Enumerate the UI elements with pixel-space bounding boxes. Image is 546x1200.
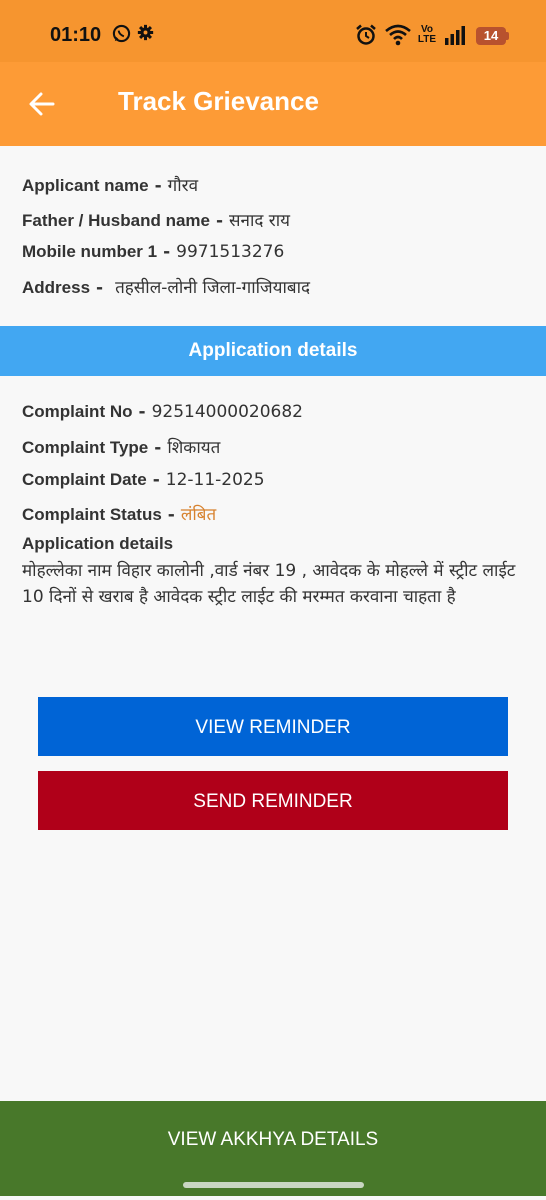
whatsapp-icon xyxy=(112,24,131,47)
separator: - xyxy=(154,438,162,458)
application-details-label: Application details xyxy=(22,534,174,553)
alarm-icon xyxy=(355,24,377,50)
separator: - xyxy=(152,470,160,490)
gear-icon xyxy=(137,24,154,45)
applicant-name-row: Applicant name - गौरव xyxy=(22,173,198,196)
home-indicator[interactable] xyxy=(183,1182,364,1188)
complaint-status-label: Complaint Status xyxy=(22,505,162,524)
complaint-date-value: 12-11-2025 xyxy=(165,470,265,490)
father-name-row: Father / Husband name - सनाद राय xyxy=(22,208,290,231)
separator: - xyxy=(154,176,162,196)
complaint-type-value: शिकायत xyxy=(167,438,221,458)
signal-icon xyxy=(444,24,466,50)
separator: - xyxy=(167,505,175,525)
separator: - xyxy=(215,211,224,231)
complaint-status-row: Complaint Status - लंबित xyxy=(22,502,216,525)
mobile-label: Mobile number 1 xyxy=(22,242,158,261)
father-name-label: Father / Husband name xyxy=(22,211,210,230)
complaint-no-row: Complaint No -92514000020682 xyxy=(22,402,303,422)
mobile-row: Mobile number 1-9971513276 xyxy=(22,242,284,262)
view-reminder-button[interactable]: VIEW REMINDER xyxy=(38,697,508,756)
separator: - xyxy=(96,278,104,298)
page-title: Track Grievance xyxy=(118,86,319,116)
applicant-name-label: Applicant name xyxy=(22,176,149,195)
separator: - xyxy=(138,402,146,422)
send-reminder-button[interactable]: SEND REMINDER xyxy=(38,771,508,830)
status-bar: 01:10 Vo LTE 14 xyxy=(0,0,546,62)
wifi-icon xyxy=(385,24,411,50)
app-bar: Track Grievance xyxy=(0,62,546,146)
address-row: Address - तहसील-लोनी जिला-गाजियाबाद xyxy=(22,275,310,298)
complaint-type-label: Complaint Type xyxy=(22,438,149,457)
complaint-date-label: Complaint Date xyxy=(22,470,147,489)
father-name-value: सनाद राय xyxy=(229,211,291,231)
complaint-no-label: Complaint No xyxy=(22,402,133,421)
mobile-value: 9971513276 xyxy=(176,242,285,262)
separator: - xyxy=(163,242,171,262)
complaint-type-row: Complaint Type - शिकायत xyxy=(22,435,220,458)
section-header: Application details xyxy=(0,326,546,376)
address-value: तहसील-लोनी जिला-गाजियाबाद xyxy=(115,278,311,298)
applicant-name-value: गौरव xyxy=(167,176,199,196)
battery-cap xyxy=(506,32,509,40)
volte-icon: Vo LTE xyxy=(417,24,437,45)
status-time: 01:10 xyxy=(50,24,102,46)
battery-icon: 14 xyxy=(476,27,506,45)
address-label: Address xyxy=(22,278,91,297)
complaint-status-value: लंबित xyxy=(180,505,217,525)
complaint-no-value: 92514000020682 xyxy=(151,402,303,422)
application-details-text: मोहल्लेका नाम विहार कालोनी ,वार्ड नंबर 1… xyxy=(22,561,516,607)
arrow-left-icon[interactable] xyxy=(28,90,56,118)
complaint-date-row: Complaint Date -12-11-2025 xyxy=(22,470,265,490)
